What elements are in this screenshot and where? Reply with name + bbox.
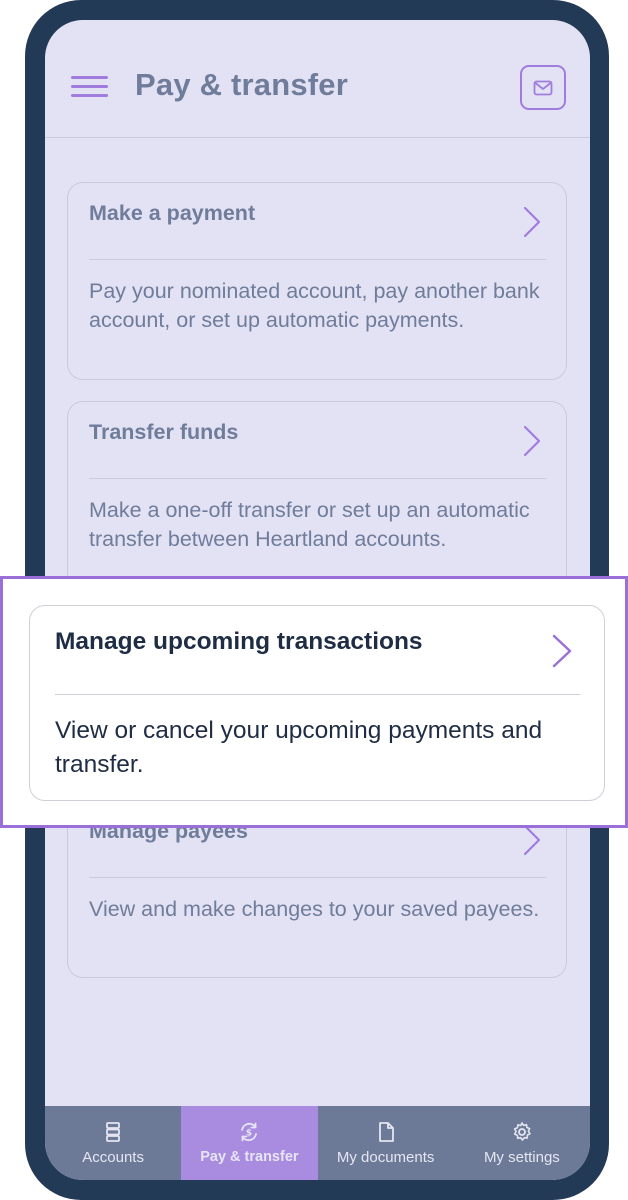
- page-title: Pay & transfer: [135, 67, 349, 102]
- gear-icon: [513, 1122, 531, 1141]
- highlight-overlay: Manage upcoming transactions View or can…: [0, 576, 628, 828]
- card-description: Pay your nominated account, pay another …: [89, 279, 540, 332]
- tab-label: My documents: [336, 1149, 435, 1166]
- hamburger-icon[interactable]: [71, 74, 108, 100]
- card-divider: [89, 478, 546, 479]
- dollar-refresh-icon: $: [241, 1122, 258, 1142]
- tab-label: My settings: [483, 1149, 560, 1166]
- card-divider: [89, 877, 546, 878]
- tab-pay-transfer[interactable]: $ Pay & transfer: [181, 1106, 318, 1180]
- mail-button[interactable]: [520, 65, 566, 110]
- chevron-right-icon: [523, 425, 541, 457]
- tab-label: Pay & transfer: [200, 1149, 299, 1165]
- tab-accounts[interactable]: Accounts: [45, 1106, 181, 1180]
- card-divider: [89, 259, 546, 260]
- make-payment-card[interactable]: Make a payment Pay your nominated accoun…: [67, 182, 567, 380]
- card-description: Make a one-off transfer or set up an aut…: [89, 498, 530, 551]
- card-title: Transfer funds: [89, 420, 239, 444]
- stack-icon: [106, 1122, 121, 1142]
- svg-text:$: $: [246, 1129, 252, 1139]
- tab-my-settings[interactable]: My settings: [454, 1106, 590, 1180]
- card-title: Manage upcoming transactions: [55, 628, 423, 655]
- manage-upcoming-transactions-card[interactable]: Manage upcoming transactions View or can…: [29, 605, 605, 801]
- card-description: View and make changes to your saved paye…: [89, 897, 540, 921]
- bottom-tab-bar: Accounts $ Pay & transfer My documents M…: [45, 1106, 590, 1180]
- card-title: Make a payment: [89, 201, 256, 225]
- chevron-right-icon: [552, 634, 572, 668]
- card-divider: [55, 694, 580, 695]
- tab-my-documents[interactable]: My documents: [318, 1106, 454, 1180]
- chevron-right-icon: [523, 824, 541, 856]
- document-icon: [378, 1122, 394, 1142]
- chevron-right-icon: [523, 206, 541, 238]
- tab-label: Accounts: [82, 1149, 144, 1166]
- app-header: Pay & transfer: [45, 20, 590, 138]
- envelope-icon: [533, 80, 553, 95]
- card-description: View or cancel your upcoming payments an…: [55, 717, 543, 778]
